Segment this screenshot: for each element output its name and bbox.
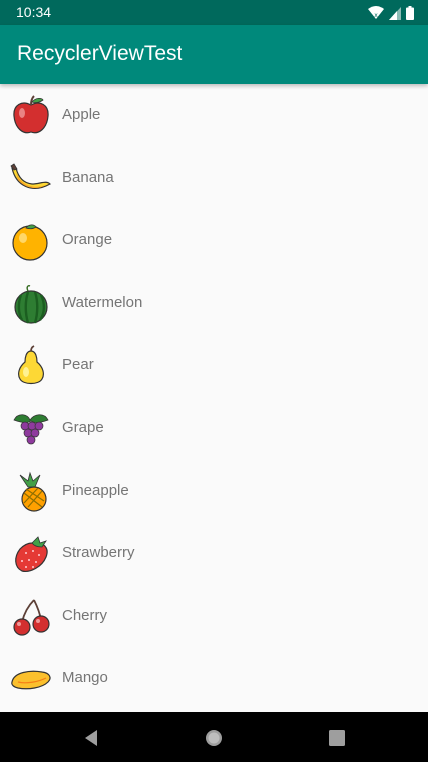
fruit-name: Orange [62,231,113,249]
list-item[interactable]: Pineapple [0,460,428,523]
home-icon[interactable] [203,727,225,749]
wifi-icon: x [368,5,384,19]
fruit-list[interactable]: Apple Banana Orange Watermelon Pear Grap… [0,84,428,712]
list-item[interactable]: Mango [0,647,428,710]
svg-text:x: x [374,12,378,19]
recent-apps-icon[interactable] [326,727,348,749]
fruit-name: Banana [62,168,114,186]
status-bar: 10:34 x [0,0,428,25]
fruit-name: Pear [62,356,94,374]
list-item[interactable]: Strawberry [0,522,428,585]
cherry-icon [13,599,50,636]
grape-icon [13,414,49,445]
fruit-name: Grape [62,418,104,436]
fruit-name: Mango [62,669,108,687]
fruit-name: Apple [62,106,101,123]
fruit-name: Strawberry [62,544,135,562]
signal-icon [389,6,401,20]
list-item[interactable]: Watermelon [0,272,428,335]
apple-icon [13,95,49,134]
list-item[interactable]: Orange [0,209,428,272]
app-title: RecyclerViewTest [17,42,183,65]
mango-icon [11,671,51,690]
navigation-bar [0,712,428,762]
fruit-name: Watermelon [62,293,143,311]
battery-icon [406,5,414,20]
list-item[interactable]: Cherry [0,585,428,648]
status-time: 10:34 [16,4,52,20]
list-item[interactable]: Pear [0,334,428,397]
pear-icon [18,345,44,385]
app-bar: RecyclerViewTest [0,25,428,84]
strawberry-icon [15,536,48,573]
watermelon-icon [14,284,48,324]
banana-icon [10,163,51,189]
pineapple-icon [19,471,47,512]
fruit-name: Cherry [62,606,108,624]
orange-icon [12,224,48,261]
list-item[interactable]: Banana [0,147,428,210]
fruit-name: Pineapple [62,481,129,499]
list-item[interactable]: Apple [0,84,428,147]
list-item[interactable]: Grape [0,397,428,460]
status-icons: x [368,5,414,20]
back-icon[interactable] [80,727,102,749]
